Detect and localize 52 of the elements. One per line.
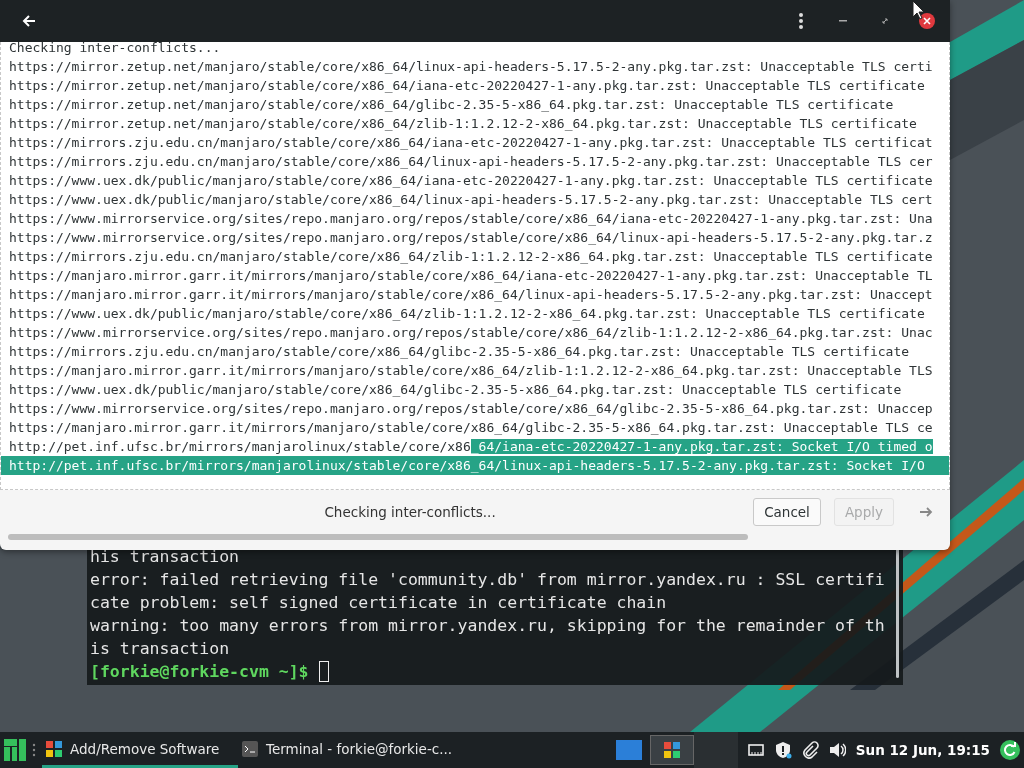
terminal-line: cate problem: self signed certificate in certificate chain <box>89 592 668 614</box>
log-line: https://manjaro.mirror.garr.it/mirrors/manjaro/stable/core/x86_64/iana-etc-20220427-1-any.pkg.tar.zst: Unacceptable TL <box>8 267 934 285</box>
network-icon[interactable] <box>746 741 765 759</box>
log-line: https://mirrors.zju.edu.cn/manjaro/stable/core/x86_64/zlib-1:1.2.12-2-x86_64.pkg.tar.zst: Unacceptable TLS certificate <box>8 248 934 266</box>
back-arrow-icon <box>21 13 37 29</box>
log-line: http://pet.inf.ufsc.br/mirrors/manjarolinux/stable/core/x86_64/iana-etc-20220427-1-any.pkg.tar.zst: Socket I/O timed o <box>8 438 934 456</box>
log-line: https://manjaro.mirror.garr.it/mirrors/manjaro/stable/core/x86_64/linux-api-headers-5.17.5-2-any.pkg.tar.zst: Unaccept <box>8 286 934 304</box>
kebab-menu-icon <box>799 13 803 29</box>
start-menu-logo-icon[interactable] <box>4 739 26 761</box>
text-cursor <box>318 661 329 682</box>
taskbar-button[interactable]: Terminal - forkie@forkie-c... <box>238 732 467 768</box>
workspace-button[interactable] <box>649 735 694 765</box>
restore-icon <box>882 18 888 24</box>
clock-text[interactable]: Sun 12 Jun, 19:15 <box>855 742 990 758</box>
terminal-line: error: failed retrieving file 'community.db' from mirror.yandex.ru : SSL certifi <box>89 569 886 591</box>
log-line: https://manjaro.mirror.garr.it/mirrors/manjaro/stable/core/x86_64/zlib-1:1.2.12-2-x86_64.pkg.tar.zst: Unacceptable TLS <box>8 362 934 380</box>
terminal-line: his transaction <box>89 546 240 568</box>
shield-icon[interactable] <box>773 741 792 759</box>
paperclip-icon[interactable] <box>800 741 819 759</box>
drag-handle-icon[interactable] <box>32 743 36 757</box>
dialog-button[interactable]: Cancel <box>753 498 821 526</box>
log-line: https://www.uex.dk/public/manjaro/stable/core/x86_64/glibc-2.35-5-x86_64.pkg.tar.zst: Unacceptable TLS certificate <box>8 381 903 399</box>
log-line: https://mirror.zetup.net/manjaro/stable/core/x86_64/linux-api-headers-5.17.5-2-any.pkg.tar.zst: Unacceptable TLS certi <box>8 58 934 76</box>
log-line: https://mirrors.zju.edu.cn/manjaro/stable/core/x86_64/linux-api-headers-5.17.5-2-any.pkg.tar.zst: Unacceptable TLS cer <box>8 153 934 171</box>
log-line: https://mirror.zetup.net/manjaro/stable/core/x86_64/zlib-1:1.2.12-2-x86_64.pkg.tar.zst: Unacceptable TLS certificate <box>8 115 918 133</box>
app-grid-icon <box>46 740 62 757</box>
log-line: https://mirror.zetup.net/manjaro/stable/core/x86_64/iana-etc-20220427-1-any.pkg.tar.zst: Unacceptable TLS certificate <box>8 77 926 95</box>
minimize-icon <box>839 20 847 22</box>
status-text: Checking inter-conflicts... <box>323 504 497 520</box>
log-line: https://www.uex.dk/public/manjaro/stable/core/x86_64/iana-etc-20220427-1-any.pkg.tar.zst: Unacceptable TLS certificate <box>8 172 934 190</box>
log-line: https://www.uex.dk/public/manjaro/stable/core/x86_64/linux-api-headers-5.17.5-2-any.pkg.tar.zst: Unacceptable TLS cert <box>8 191 934 209</box>
log-line: https://www.mirrorservice.org/sites/repo.manjaro.org/repos/stable/core/x86_64/zlib-1:1.2.12-2-x86_64.pkg.tar.zst: Unac <box>8 324 934 342</box>
shell-prompt: [forkie@forkie-cvm ~]$ <box>90 661 309 683</box>
log-line: Checking inter-conflicts... <box>8 42 222 57</box>
log-line: https://manjaro.mirror.garr.it/mirrors/manjaro/stable/core/x86_64/glibc-2.35-5-x86_64.pkg.tar.zst: Unacceptable TLS ce <box>8 419 934 437</box>
terminal-icon <box>242 740 258 757</box>
horizontal-scrollbar[interactable] <box>8 534 748 540</box>
log-line: https://www.mirrorservice.org/sites/repo.manjaro.org/repos/stable/core/x86_64/glibc-2.35-5-x86_64.pkg.tar.zst: Unaccep <box>8 400 934 418</box>
taskbar-button[interactable]: Add/Remove Software <box>42 732 238 768</box>
terminal-line: is transaction <box>89 638 231 660</box>
app-grid-icon <box>663 742 680 758</box>
log-line: https://mirrors.zju.edu.cn/manjaro/stable/core/x86_64/glibc-2.35-5-x86_64.pkg.tar.zst: Unacceptable TLS certificate <box>8 343 911 361</box>
log-line: https://www.mirrorservice.org/sites/repo.manjaro.org/repos/stable/core/x86_64/iana-etc-20220427-1-any.pkg.tar.zst: Una <box>8 210 934 228</box>
log-line: https://mirrors.zju.edu.cn/manjaro/stable/core/x86_64/iana-etc-20220427-1-any.pkg.tar.zst: Unacceptable TLS certificat <box>8 134 934 152</box>
update-icon[interactable] <box>1000 740 1020 760</box>
log-line: https://www.mirrorservice.org/sites/repo.manjaro.org/repos/stable/core/x86_64/linux-api-headers-5.17.5-2-any.pkg.tar.z <box>8 229 934 247</box>
terminal-line: warning: too many errors from mirror.yandex.ru, skipping for the remainder of th <box>89 615 886 637</box>
close-icon <box>919 13 935 29</box>
speaker-icon[interactable] <box>827 741 846 759</box>
log-line: https://mirror.zetup.net/manjaro/stable/core/x86_64/glibc-2.35-5-x86_64.pkg.tar.zst: Unacceptable TLS certificate <box>8 96 895 114</box>
log-line: https://www.uex.dk/public/manjaro/stable/core/x86_64/zlib-1:1.2.12-2-x86_64.pkg.tar.zst: Unacceptable TLS certificate <box>8 305 926 323</box>
workspace-icon[interactable] <box>615 740 642 760</box>
